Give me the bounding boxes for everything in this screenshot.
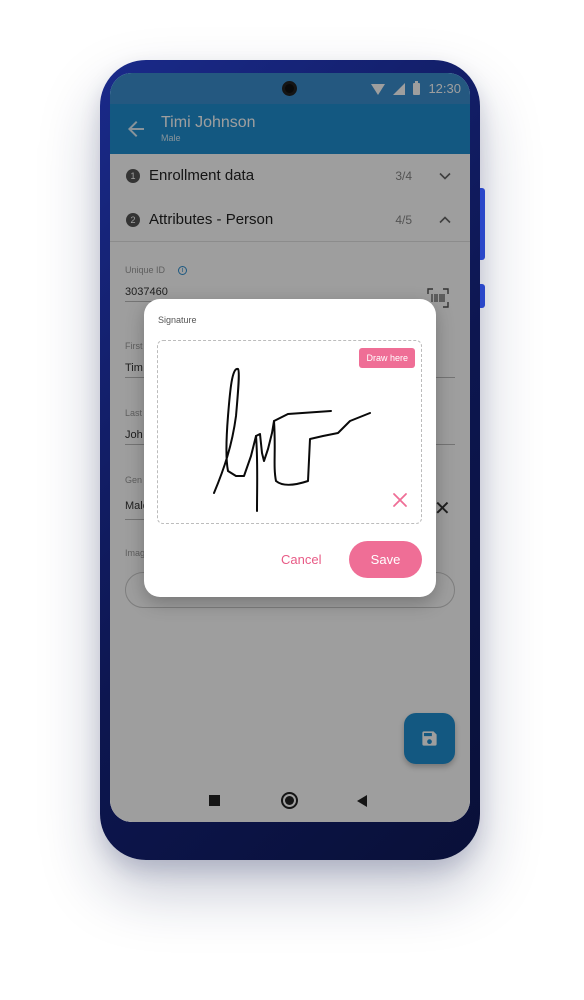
save-button[interactable]: Save [349,541,422,578]
signature-drawing [213,368,371,512]
clear-signature-icon[interactable] [392,492,408,508]
cancel-button[interactable]: Cancel [281,552,321,567]
dialog-title: Signature [158,315,197,325]
signature-pad[interactable]: Draw here [157,340,422,524]
power-button [480,284,485,308]
phone-screen: 12:30 Timi Johnson Male 1 Enrollment dat… [110,73,470,822]
volume-button [480,188,485,260]
signature-dialog: Signature Draw here Cancel Save [144,299,436,597]
